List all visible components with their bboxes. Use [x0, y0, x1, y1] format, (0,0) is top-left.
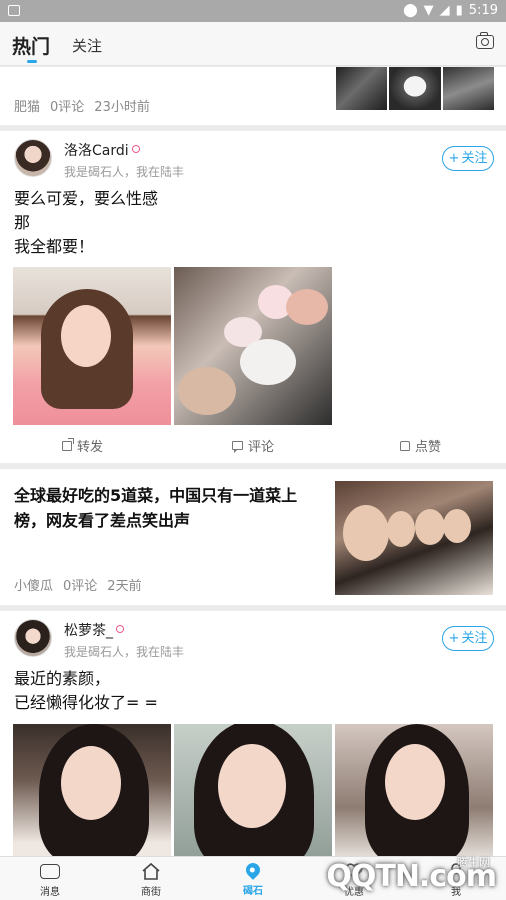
post-line: 要么可爱，要么性感	[14, 189, 159, 208]
battery-icon: ▮	[455, 3, 463, 18]
post-image[interactable]	[335, 724, 493, 856]
watermark-logo: 腾牛网 QQTN.com	[300, 840, 500, 900]
comment-icon	[232, 441, 243, 453]
thumbnail-image	[389, 67, 441, 110]
share-button[interactable]: 转发	[62, 436, 103, 455]
female-icon	[131, 145, 140, 153]
image-content	[61, 305, 111, 367]
thumbnail-image	[336, 67, 388, 110]
nav-label: 商街	[141, 887, 161, 898]
article-thumbnail[interactable]	[335, 481, 493, 595]
username-text: 松萝茶_	[64, 623, 113, 639]
post-image[interactable]	[13, 724, 171, 856]
shop-icon	[141, 861, 161, 881]
article-author: 肥猫	[14, 100, 41, 115]
thumbs-up-icon	[400, 440, 410, 451]
feed-item-article[interactable]: 全球最好吃的5道菜，中国只有一道菜上榜，网友看了差点笑出声 小傻瓜 0评论 2天前	[0, 469, 506, 605]
article-thumbnails[interactable]	[336, 67, 494, 110]
post-text: 要么可爱，要么性感 那 我全都要！	[14, 187, 158, 259]
watermark-brand: QQTN.com	[326, 859, 497, 894]
image-content	[415, 509, 445, 545]
status-bar: ⬤ ▼ ◢ ▮ 5:19	[0, 0, 506, 22]
post-username[interactable]: 松萝茶_	[64, 620, 124, 640]
message-icon	[40, 864, 60, 879]
post-text: 最近的素颜， 已经懒得化妆了= =	[14, 667, 158, 715]
article-comment-count: 0评论	[50, 100, 85, 115]
location-pin-icon	[243, 860, 263, 880]
image-content	[178, 367, 236, 415]
nav-label: 碣石	[243, 886, 263, 897]
female-icon	[116, 625, 124, 633]
avatar[interactable]	[14, 139, 52, 177]
post-image[interactable]	[174, 724, 332, 856]
post-line: 已经懒得化妆了= =	[14, 693, 158, 712]
follow-button[interactable]: + 关注	[442, 146, 494, 171]
like-button[interactable]: 点赞	[400, 436, 441, 455]
nav-label: 消息	[40, 887, 60, 898]
signal-icon: ◢	[439, 3, 450, 18]
active-tab-indicator	[27, 60, 37, 63]
avatar[interactable]	[14, 619, 52, 657]
image-content	[240, 339, 296, 385]
wifi-icon: ▼	[423, 3, 434, 18]
status-time: 5:19	[468, 3, 498, 18]
image-content	[385, 744, 445, 820]
article-meta: 小傻瓜 0评论 2天前	[14, 575, 152, 594]
user-location: 我是碣石人，我在陆丰	[64, 645, 185, 659]
image-content	[443, 509, 471, 543]
article-comment-count: 0评论	[63, 579, 98, 594]
user-location: 我是碣石人，我在陆丰	[64, 165, 185, 179]
image-content	[218, 744, 286, 828]
nav-messages[interactable]: 消息	[20, 861, 80, 898]
thumbnail-image	[442, 67, 494, 110]
image-content	[61, 746, 121, 820]
username-text: 洛洛Cardi	[64, 143, 129, 159]
comment-label: 评论	[248, 440, 275, 455]
post-image[interactable]	[174, 267, 332, 425]
feed-item-post[interactable]: 松萝茶_ 我是碣石人，我在陆丰 + 关注 最近的素颜， 已经懒得化妆了= =	[0, 611, 506, 856]
post-line: 我全都要！	[14, 237, 95, 256]
nav-shop-street[interactable]: 商街	[121, 861, 181, 898]
feed-item-article[interactable]: 肥猫 0评论 23小时前	[0, 67, 506, 125]
image-content	[343, 505, 389, 561]
plus-icon: +	[448, 151, 460, 166]
share-icon	[62, 437, 74, 451]
like-label: 点赞	[415, 440, 442, 455]
post-username[interactable]: 洛洛Cardi	[64, 140, 140, 160]
share-label: 转发	[77, 440, 104, 455]
article-meta: 肥猫 0评论 23小时前	[14, 96, 160, 115]
follow-button[interactable]: + 关注	[442, 626, 494, 651]
feed-item-post[interactable]: 洛洛Cardi 我是碣石人，我在陆丰 + 关注 要么可爱，要么性感 那 我全都要！…	[0, 131, 506, 463]
article-title[interactable]: 全球最好吃的5道菜，中国只有一道菜上榜，网友看了差点笑出声	[14, 483, 326, 533]
post-line: 最近的素颜，	[14, 669, 111, 688]
post-line: 那	[14, 213, 31, 232]
post-image[interactable]	[13, 267, 171, 425]
image-content	[286, 289, 328, 325]
plus-icon: +	[448, 631, 460, 646]
article-time: 2天前	[107, 579, 142, 594]
tab-hot[interactable]: 热门	[12, 32, 50, 59]
tab-following[interactable]: 关注	[72, 35, 102, 56]
status-icons: ⬤ ▼ ◢ ▮ 5:19	[403, 3, 498, 18]
article-author: 小傻瓜	[14, 579, 54, 594]
follow-label: 关注	[461, 151, 488, 166]
location-icon: ⬤	[403, 3, 418, 18]
camera-icon[interactable]	[476, 32, 494, 49]
post-actions: 转发 评论 点赞	[0, 436, 506, 456]
notification-icon	[8, 5, 20, 16]
image-content	[387, 511, 415, 547]
comment-button[interactable]: 评论	[232, 436, 274, 455]
follow-label: 关注	[461, 631, 488, 646]
nav-jieshi[interactable]: 碣石	[223, 860, 283, 897]
article-time: 23小时前	[94, 100, 150, 115]
top-tab-bar: 热门 关注	[0, 22, 506, 66]
